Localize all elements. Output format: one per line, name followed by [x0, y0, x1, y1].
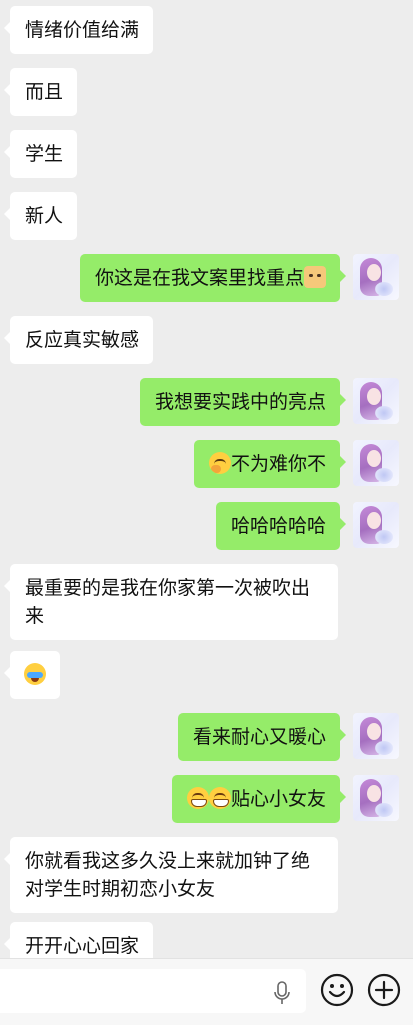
message-text: 学生	[25, 143, 64, 165]
message-text: 贴心小女友	[230, 788, 326, 810]
incoming-message-bubble[interactable]: 最重要的是我在你家第一次被吹出来	[4, 564, 338, 640]
incoming-message-bubble[interactable]: 你就看我这多久没上来就加钟了绝对学生时期初恋小女友	[4, 837, 338, 913]
incoming-message-bubble[interactable]: 开开心心回家	[3, 922, 154, 958]
user-avatar[interactable]	[353, 713, 399, 759]
message-text: 你这是在我文案里找重点	[94, 267, 304, 289]
message-text: 看来耐心又暖心	[192, 726, 326, 748]
user-avatar[interactable]	[353, 378, 399, 424]
outgoing-message-bubble[interactable]: 你这是在我文案里找重点	[79, 254, 347, 302]
user-avatar[interactable]	[353, 254, 399, 300]
grinning-face-icon	[208, 787, 231, 809]
message-text: 你就看我这多久没上来就加钟了绝对学生时期初恋小女友	[25, 850, 311, 900]
message-text: 情绪价值给满	[25, 19, 140, 41]
outgoing-message-bubble[interactable]: 贴心小女友	[171, 775, 347, 823]
add-icon[interactable]	[367, 973, 401, 1007]
incoming-message-bubble[interactable]: 反应真实敏感	[3, 316, 154, 364]
incoming-message-bubble[interactable]: 情绪价值给满	[3, 6, 154, 54]
outgoing-message-bubble[interactable]: 看来耐心又暖心	[177, 713, 347, 761]
message-text: 不为难你不	[230, 453, 326, 475]
incoming-message-bubble[interactable]: 学生	[3, 130, 78, 178]
message-text: 反应真实敏感	[25, 329, 140, 351]
outgoing-message-bubble[interactable]: 我想要实践中的亮点	[139, 378, 347, 426]
microphone-icon[interactable]	[272, 981, 292, 1005]
message-text: 最重要的是我在你家第一次被吹出来	[25, 577, 311, 627]
outgoing-message-bubble[interactable]: 哈哈哈哈哈	[215, 502, 347, 550]
message-input-bar	[0, 958, 413, 1025]
loudly-crying-face-icon	[24, 663, 46, 685]
chat-message-list[interactable]: 情绪价值给满 而且 学生 新人 你这是在我文案里找重点 反应真实敏感 我想要实践…	[0, 0, 413, 958]
outgoing-message-bubble[interactable]: 不为难你不	[193, 440, 347, 488]
user-avatar[interactable]	[353, 775, 399, 821]
incoming-message-bubble[interactable]: 而且	[3, 68, 78, 116]
message-text: 我想要实践中的亮点	[154, 391, 326, 413]
dog-face-icon	[304, 266, 326, 288]
user-avatar[interactable]	[353, 502, 399, 548]
thinking-face-icon	[208, 452, 231, 474]
message-text: 新人	[25, 205, 64, 227]
user-avatar[interactable]	[353, 440, 399, 486]
message-text: 哈哈哈哈哈	[230, 515, 326, 537]
message-text: 开开心心回家	[25, 935, 140, 957]
incoming-message-bubble[interactable]: 新人	[3, 192, 78, 240]
emoji-icon[interactable]	[320, 973, 354, 1007]
grinning-face-icon	[186, 787, 209, 809]
message-input[interactable]	[0, 969, 306, 1013]
message-text: 而且	[25, 81, 64, 103]
incoming-message-bubble[interactable]	[4, 651, 60, 699]
